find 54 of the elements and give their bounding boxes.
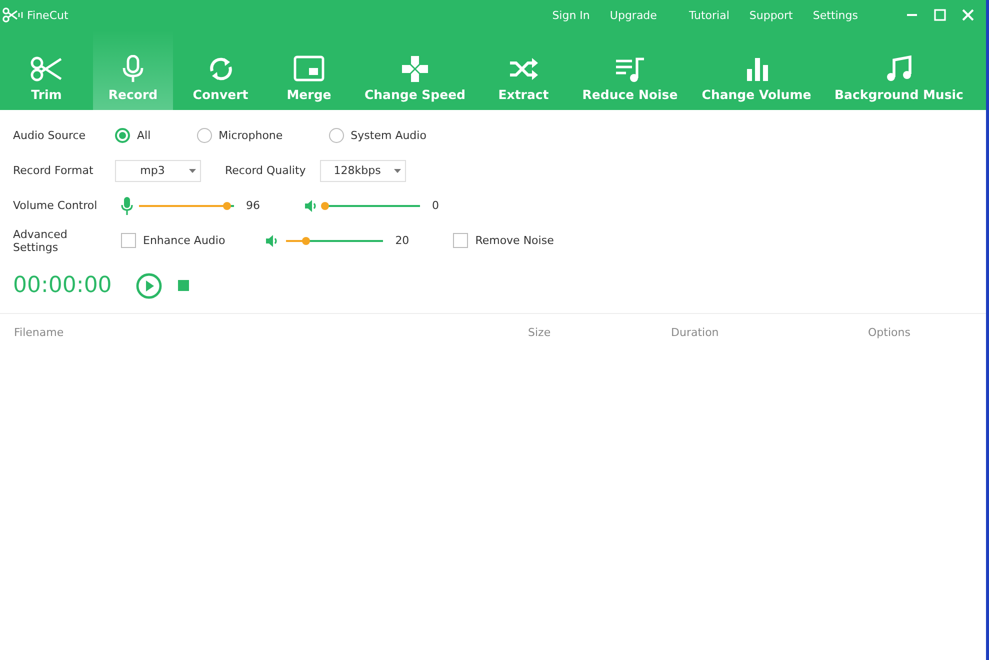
tool-tab[interactable]: Convert (173, 30, 268, 110)
tool-tab[interactable]: Background Music (820, 30, 978, 110)
radio-button[interactable] (328, 128, 344, 143)
field-label: Audio Source (13, 129, 87, 142)
playlist-icon (613, 55, 647, 83)
header-link[interactable]: Upgrade (600, 8, 667, 22)
slider-thumb[interactable] (223, 202, 232, 210)
caret-icon (394, 168, 401, 172)
field-label: Advanced Settings (13, 228, 68, 254)
checkbox[interactable] (121, 233, 136, 248)
radio-button[interactable] (115, 128, 130, 143)
picture-in-picture-icon (292, 55, 326, 83)
field-label: Record Format (13, 164, 94, 177)
header-link[interactable]: Tutorial (678, 8, 740, 22)
tool-tab[interactable]: Change Volume (693, 30, 820, 110)
app-title: FineCut (27, 8, 68, 22)
enhance-value: 20 (394, 234, 410, 247)
caret-icon (189, 168, 196, 172)
tool-tab[interactable]: Merge (268, 30, 350, 110)
stop-icon[interactable] (178, 280, 189, 291)
field-label: Volume Control (13, 199, 98, 212)
tool-tab[interactable]: Change Speed (350, 30, 480, 110)
header-link[interactable]: Settings (802, 8, 868, 22)
column-header: Filename (14, 326, 65, 341)
format-dropdown[interactable]: mp3 (115, 160, 201, 182)
checkbox-option[interactable]: Remove Noise (447, 233, 554, 248)
volume-value: 96 (245, 199, 261, 212)
column-header: Duration (671, 326, 720, 341)
record-timer: 00:00:00 (13, 273, 112, 298)
column-header: Size (528, 326, 552, 341)
slider-thumb[interactable] (321, 202, 329, 210)
maximize-icon[interactable] (934, 9, 946, 21)
checkbox[interactable] (453, 233, 468, 248)
radio-option[interactable]: System Audio (328, 128, 426, 143)
header-link[interactable]: Sign In (542, 8, 600, 22)
tool-tab[interactable]: Trim (0, 30, 93, 110)
scissors-icon (30, 55, 64, 83)
slider-thumb[interactable] (302, 236, 310, 244)
radio-option[interactable]: Microphone (196, 128, 283, 143)
play-icon[interactable] (136, 272, 162, 298)
scissors-icon (2, 7, 24, 23)
radio-option[interactable]: All (115, 128, 151, 143)
volume-value: 0 (431, 199, 440, 212)
checkbox-option[interactable]: Enhance Audio (115, 233, 226, 248)
column-header: Options (868, 326, 912, 341)
field-label: Record Quality (225, 164, 306, 177)
speaker-icon (304, 198, 319, 212)
header-link[interactable]: Support (739, 8, 803, 22)
radio-button[interactable] (196, 128, 212, 143)
tool-tab[interactable]: Reduce Noise (567, 30, 693, 110)
quality-dropdown[interactable]: 128kbps (320, 160, 406, 182)
microphone-icon (121, 196, 133, 214)
close-icon[interactable] (962, 9, 974, 21)
tool-tab[interactable]: Extract (480, 30, 567, 110)
